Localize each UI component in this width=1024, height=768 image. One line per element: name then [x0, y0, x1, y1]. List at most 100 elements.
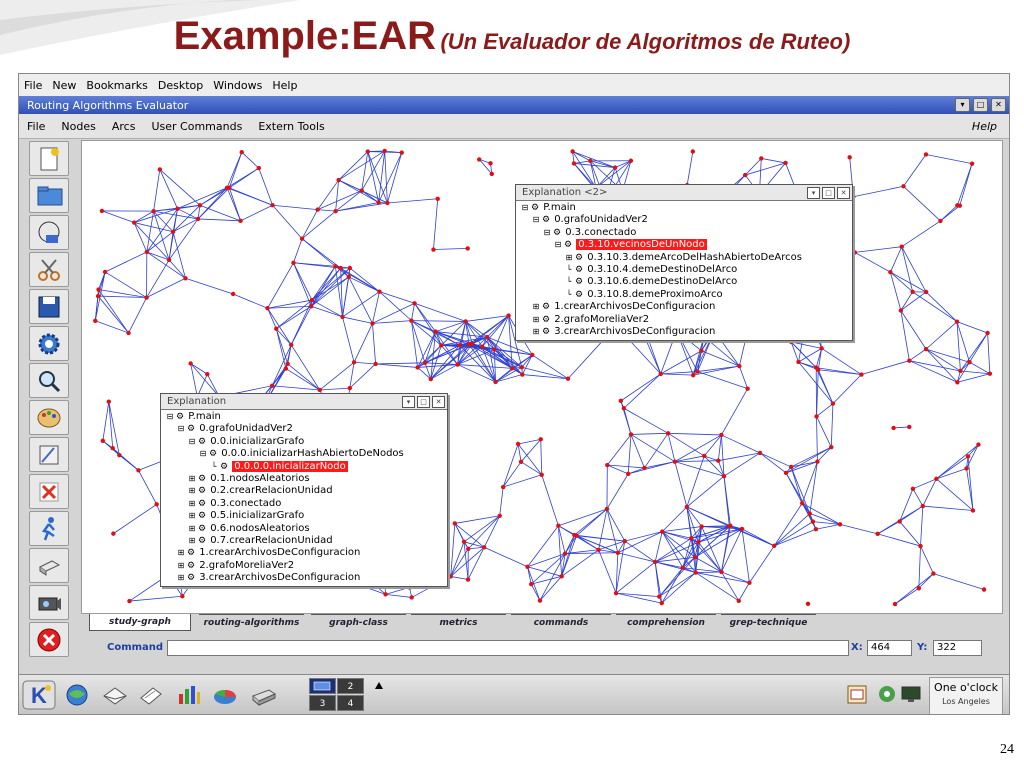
graph-node[interactable]: [433, 329, 438, 334]
graph-node[interactable]: [466, 546, 471, 552]
graph-node[interactable]: [144, 249, 150, 255]
graph-node[interactable]: [412, 301, 417, 306]
tree-row[interactable]: ⊞ ⚙ 3.crearArchivosDeConfiguracion: [165, 572, 447, 584]
expand-icon[interactable]: ⊞: [531, 314, 541, 326]
graph-node[interactable]: [612, 165, 618, 170]
graph-node[interactable]: [488, 161, 493, 166]
graph-node[interactable]: [170, 229, 176, 234]
graph-node[interactable]: [136, 468, 141, 473]
tree-row[interactable]: ⊟ ⚙ 0.grafoUnidadVer2: [165, 423, 447, 435]
graph-node[interactable]: [570, 149, 575, 154]
graph-node[interactable]: [126, 330, 131, 336]
graph-node[interactable]: [652, 559, 658, 565]
graph-node[interactable]: [923, 346, 929, 352]
graph-node[interactable]: [907, 358, 912, 363]
graph-node[interactable]: [127, 598, 132, 604]
graph-node[interactable]: [920, 503, 926, 509]
app-menu-item[interactable]: User Commands: [143, 120, 250, 133]
app-menu-item[interactable]: Extern Tools: [250, 120, 332, 133]
graph-node[interactable]: [556, 523, 561, 528]
expand-icon[interactable]: ⊞: [187, 498, 197, 510]
graph-node[interactable]: [859, 372, 864, 377]
graph-node[interactable]: [757, 450, 763, 456]
graph-node[interactable]: [829, 444, 834, 450]
tab-routing-algorithms[interactable]: routing-algorithms: [199, 614, 304, 631]
graph-node[interactable]: [596, 547, 601, 552]
graph-node[interactable]: [934, 476, 939, 482]
graph-node[interactable]: [500, 484, 506, 490]
graph-node[interactable]: [605, 462, 610, 468]
graph-node[interactable]: [699, 348, 704, 353]
graph-node[interactable]: [604, 506, 610, 512]
mail-icon[interactable]: [101, 682, 129, 708]
graph-node[interactable]: [985, 330, 990, 336]
graph-node[interactable]: [510, 366, 515, 371]
graph-node[interactable]: [506, 313, 511, 318]
graph-node[interactable]: [719, 432, 724, 438]
graph-node[interactable]: [197, 203, 203, 208]
graph-node[interactable]: [955, 203, 960, 208]
graph-node[interactable]: [847, 155, 852, 160]
graph-node[interactable]: [728, 523, 733, 528]
scissors-button[interactable]: [29, 252, 69, 287]
taskbar-scroll-arrow-icon[interactable]: [373, 679, 385, 711]
graph-node[interactable]: [875, 531, 880, 537]
graph-node[interactable]: [96, 287, 101, 292]
graph-node[interactable]: [188, 361, 193, 366]
graph-node[interactable]: [660, 529, 665, 534]
collapse-icon[interactable]: ⊟: [520, 202, 530, 214]
graph-node[interactable]: [359, 188, 364, 193]
graph-node[interactable]: [955, 380, 960, 385]
explanation-2-maximize-icon[interactable]: □: [822, 186, 835, 199]
graph-node[interactable]: [810, 519, 816, 524]
print-button[interactable]: [29, 548, 69, 583]
desktop-menu-item[interactable]: New: [47, 79, 81, 92]
graph-node[interactable]: [830, 401, 836, 406]
graph-node[interactable]: [907, 424, 912, 430]
editor-icon[interactable]: [137, 682, 165, 708]
graph-node[interactable]: [931, 571, 936, 576]
graph-node[interactable]: [519, 365, 525, 370]
graph-node[interactable]: [910, 289, 915, 295]
graph-node[interactable]: [347, 385, 353, 391]
explanation-1-titlebar[interactable]: Explanation ▾ □ ✕: [161, 394, 447, 410]
close-red-button[interactable]: [29, 622, 69, 657]
graph-node[interactable]: [796, 359, 801, 365]
graph-node[interactable]: [574, 533, 579, 538]
graph-node[interactable]: [224, 185, 230, 190]
graph-node[interactable]: [695, 369, 700, 374]
graph-node[interactable]: [923, 289, 929, 295]
graph-node[interactable]: [520, 372, 525, 377]
graph-node[interactable]: [230, 291, 236, 297]
tab-grep-technique[interactable]: grep-technique: [721, 614, 816, 631]
browser-icon[interactable]: [63, 682, 91, 708]
tree-row[interactable]: ⊞ ⚙ 0.3.conectado: [165, 498, 447, 510]
k-menu-icon[interactable]: K: [21, 679, 57, 711]
graph-node[interactable]: [618, 398, 624, 404]
graph-node[interactable]: [144, 295, 149, 300]
menu-help[interactable]: Help: [964, 120, 1009, 133]
graph-node[interactable]: [689, 536, 694, 541]
graph-node[interactable]: [588, 158, 593, 164]
graph-node[interactable]: [918, 543, 923, 549]
expand-icon[interactable]: ⊞: [187, 510, 197, 522]
graph-node[interactable]: [537, 598, 543, 603]
graph-canvas[interactable]: Explanation <2> ▾ □ ✕ ⊟ ⚙ P.main ⊟ ⚙ 0.graf…: [81, 140, 1003, 614]
graph-node[interactable]: [615, 550, 621, 555]
graph-node[interactable]: [175, 206, 180, 211]
explanation-1-shade-icon[interactable]: ▾: [402, 395, 415, 408]
graph-node[interactable]: [422, 360, 428, 366]
graph-node[interactable]: [461, 539, 467, 545]
expand-icon[interactable]: ⊞: [187, 473, 197, 485]
tree-row[interactable]: └ ⚙ 0.3.10.4.demeDestinoDelArco: [520, 264, 852, 276]
graph-node[interactable]: [351, 360, 357, 365]
graph-node[interactable]: [970, 508, 976, 513]
pager-desktop-2[interactable]: 2: [337, 678, 364, 694]
app-menu-item[interactable]: File: [19, 120, 53, 133]
desktop-menu-item[interactable]: Bookmarks: [81, 79, 152, 92]
graph-node[interactable]: [530, 352, 535, 358]
graph-node[interactable]: [465, 246, 470, 251]
tree-row[interactable]: ⊟ ⚙ 0.3.10.vecinosDeUnNodo: [520, 239, 852, 251]
command-input[interactable]: [167, 640, 849, 656]
tab-comprehension[interactable]: comprehension: [616, 614, 716, 631]
